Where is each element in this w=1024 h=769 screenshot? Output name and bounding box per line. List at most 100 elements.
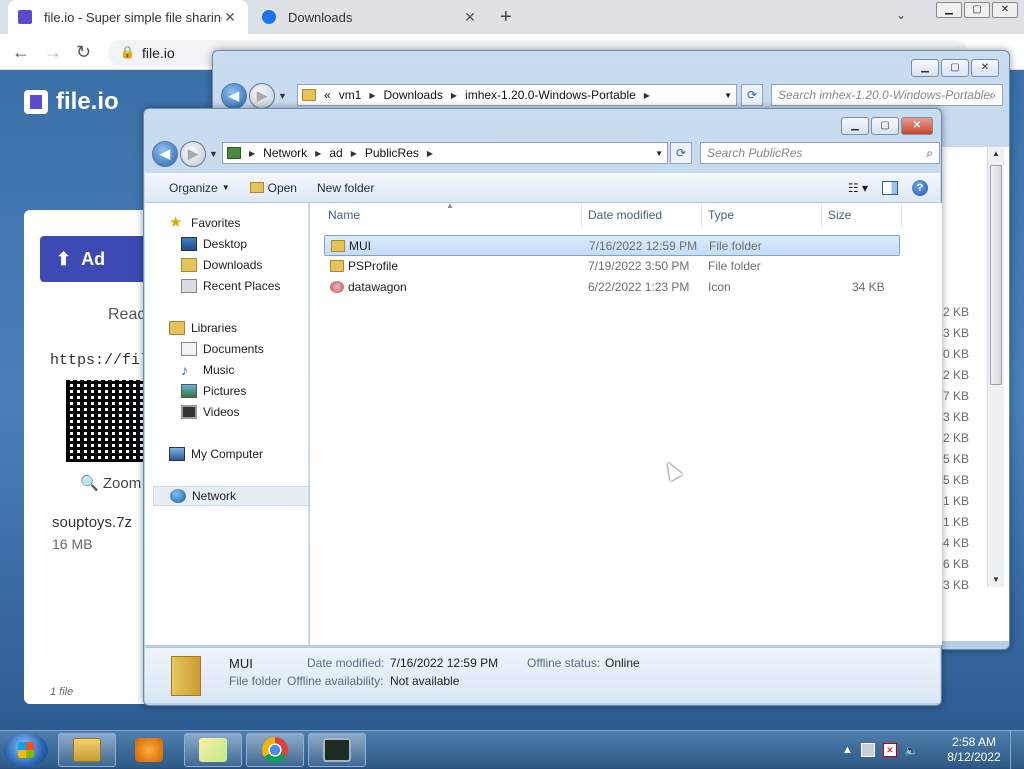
- crumb-publicres[interactable]: PublicRes: [365, 146, 419, 160]
- maximize-button[interactable]: ▢: [871, 117, 899, 135]
- scroll-down-icon[interactable]: ▼: [992, 575, 1000, 584]
- network-tray-icon[interactable]: [860, 743, 875, 757]
- show-desktop-button[interactable]: [1010, 731, 1024, 769]
- close-button[interactable]: ✕: [992, 2, 1018, 18]
- crumb-vm1[interactable]: vm1: [339, 88, 362, 102]
- chevron-down-icon[interactable]: ▼: [655, 149, 663, 158]
- search-input[interactable]: Search imhex-1.20.0-Windows-Portable ⌕: [771, 84, 1003, 106]
- tree-music[interactable]: ♪ Music: [181, 360, 234, 380]
- column-header-date[interactable]: Date modified: [582, 203, 702, 227]
- close-button[interactable]: ✕: [971, 59, 999, 77]
- tree-documents[interactable]: Documents: [181, 339, 264, 359]
- zoom-button[interactable]: 🔍 Zoom: [80, 474, 141, 492]
- tree-my-computer[interactable]: My Computer: [169, 444, 263, 464]
- scrollbar-thumb[interactable]: [990, 165, 1002, 385]
- explorer-window-publicres[interactable]: ▁ ▢ ✕ ◀ ▶ ▼ ▶ Network ▶ ad ▶ PublicRes ▶…: [143, 108, 942, 706]
- column-header-size[interactable]: Size: [822, 203, 902, 227]
- clock[interactable]: 2:58 AM 8/12/2022: [944, 735, 1004, 765]
- forward-button[interactable]: ▶: [180, 141, 206, 167]
- pictures-icon: [181, 384, 197, 398]
- open-button[interactable]: Open: [240, 181, 307, 195]
- crumb-ad[interactable]: ad: [329, 146, 342, 160]
- star-icon: ★: [169, 214, 183, 231]
- forward-button[interactable]: ▶: [249, 83, 275, 109]
- forward-arrow-icon[interactable]: →: [44, 42, 62, 63]
- taskbar-chrome[interactable]: [246, 733, 304, 767]
- chevron-right-icon[interactable]: ▶: [369, 91, 375, 100]
- view-options-icon[interactable]: ☷ ▾: [848, 181, 868, 195]
- help-icon[interactable]: ?: [912, 179, 928, 196]
- maximize-button[interactable]: ▢: [941, 59, 969, 77]
- action-center-icon[interactable]: ✕: [882, 743, 897, 757]
- recent-pages-dropdown-icon[interactable]: ▼: [278, 91, 287, 101]
- chevron-right-icon[interactable]: ▶: [315, 149, 321, 158]
- file-row-datawagon[interactable]: datawagon 6/22/2022 1:23 PM Icon 34 KB: [324, 277, 900, 298]
- close-tab-icon[interactable]: ✕: [222, 9, 238, 26]
- tree-downloads[interactable]: Downloads: [181, 255, 262, 275]
- back-button[interactable]: ◀: [152, 141, 178, 167]
- crumb-downloads[interactable]: Downloads: [384, 88, 443, 102]
- file-count: 1 file: [50, 686, 74, 698]
- minimize-button[interactable]: ▁: [911, 59, 939, 77]
- taskbar-command-prompt[interactable]: [308, 733, 366, 767]
- search-input[interactable]: Search PublicRes ⌕: [700, 142, 940, 164]
- crumb-network[interactable]: Network: [263, 146, 307, 160]
- chevron-down-icon[interactable]: ▼: [724, 91, 732, 100]
- tab-fileio[interactable]: file.io - Super simple file sharing ✕: [8, 0, 248, 34]
- tree-label: Network: [192, 489, 237, 503]
- maximize-button[interactable]: ▢: [964, 2, 990, 18]
- url-text[interactable]: file.io: [142, 45, 175, 61]
- taskbar-explorer[interactable]: [58, 733, 116, 767]
- share-link[interactable]: https://fil: [50, 352, 149, 369]
- tab-downloads[interactable]: Downloads ✕: [252, 0, 488, 34]
- overflow-chevron[interactable]: «: [324, 88, 331, 102]
- back-arrow-icon[interactable]: ←: [12, 42, 30, 63]
- chevron-right-icon[interactable]: ▶: [427, 149, 433, 158]
- address-bar[interactable]: ▶ Network ▶ ad ▶ PublicRes ▶ ▼: [222, 142, 668, 164]
- file-size: 16 MB: [52, 536, 93, 552]
- scroll-up-icon[interactable]: ▲: [992, 149, 1000, 158]
- address-bar[interactable]: « vm1 ▶ Downloads ▶ imhex-1.20.0-Windows…: [297, 84, 737, 106]
- crumb-imhex[interactable]: imhex-1.20.0-Windows-Portable: [465, 88, 636, 102]
- vertical-scrollbar[interactable]: ▲ ▼: [987, 147, 1004, 587]
- chevron-down-icon: ▼: [221, 183, 230, 192]
- chevron-right-icon[interactable]: ▶: [249, 149, 255, 158]
- chevron-right-icon[interactable]: ▶: [451, 91, 457, 100]
- tree-libraries[interactable]: Libraries: [169, 318, 237, 338]
- file-row-psprofile[interactable]: PSProfile 7/19/2022 3:50 PM File folder: [324, 256, 900, 277]
- upload-label: Ad: [81, 248, 106, 269]
- taskbar-media-player[interactable]: [120, 733, 178, 767]
- tab-title: file.io - Super simple file sharing: [44, 9, 222, 25]
- site-logo[interactable]: file.io: [24, 88, 119, 116]
- tab-search-icon[interactable]: ⌄: [896, 8, 906, 22]
- preview-pane-icon[interactable]: [882, 180, 898, 195]
- chevron-right-icon[interactable]: ▶: [644, 91, 650, 100]
- tree-videos[interactable]: Videos: [181, 402, 239, 422]
- recent-pages-dropdown-icon[interactable]: ▼: [209, 149, 218, 159]
- start-button[interactable]: [4, 733, 48, 767]
- tree-recent-places[interactable]: Recent Places: [181, 276, 280, 296]
- upload-button[interactable]: ⬆ Ad: [40, 236, 154, 282]
- refresh-button[interactable]: ⟳: [741, 84, 763, 106]
- minimize-button[interactable]: ▁: [936, 2, 962, 18]
- tree-favorites[interactable]: ★ Favorites: [169, 213, 240, 233]
- refresh-button[interactable]: ⟳: [670, 142, 692, 164]
- tree-pictures[interactable]: Pictures: [181, 381, 246, 401]
- chevron-right-icon[interactable]: ▶: [351, 149, 357, 158]
- column-header-type[interactable]: Type: [702, 203, 822, 227]
- tree-network[interactable]: Network: [153, 486, 309, 506]
- close-button[interactable]: ✕: [901, 117, 933, 135]
- tree-desktop[interactable]: Desktop: [181, 234, 247, 254]
- new-tab-button[interactable]: +: [500, 6, 512, 29]
- close-tab-icon[interactable]: ✕: [462, 9, 478, 26]
- taskbar-sticky-notes[interactable]: [184, 733, 242, 767]
- new-folder-button[interactable]: New folder: [307, 181, 384, 195]
- show-hidden-icons-button[interactable]: ▲: [842, 744, 853, 756]
- nav-buttons: ◀ ▶ ▼: [152, 141, 218, 167]
- volume-icon[interactable]: 🔈: [905, 744, 919, 757]
- organize-button[interactable]: Organize ▼: [145, 181, 240, 195]
- back-button[interactable]: ◀: [221, 83, 247, 109]
- reload-icon[interactable]: ↻: [76, 42, 91, 63]
- minimize-button[interactable]: ▁: [841, 117, 869, 135]
- file-row-mui[interactable]: MUI 7/16/2022 12:59 PM File folder: [324, 235, 900, 256]
